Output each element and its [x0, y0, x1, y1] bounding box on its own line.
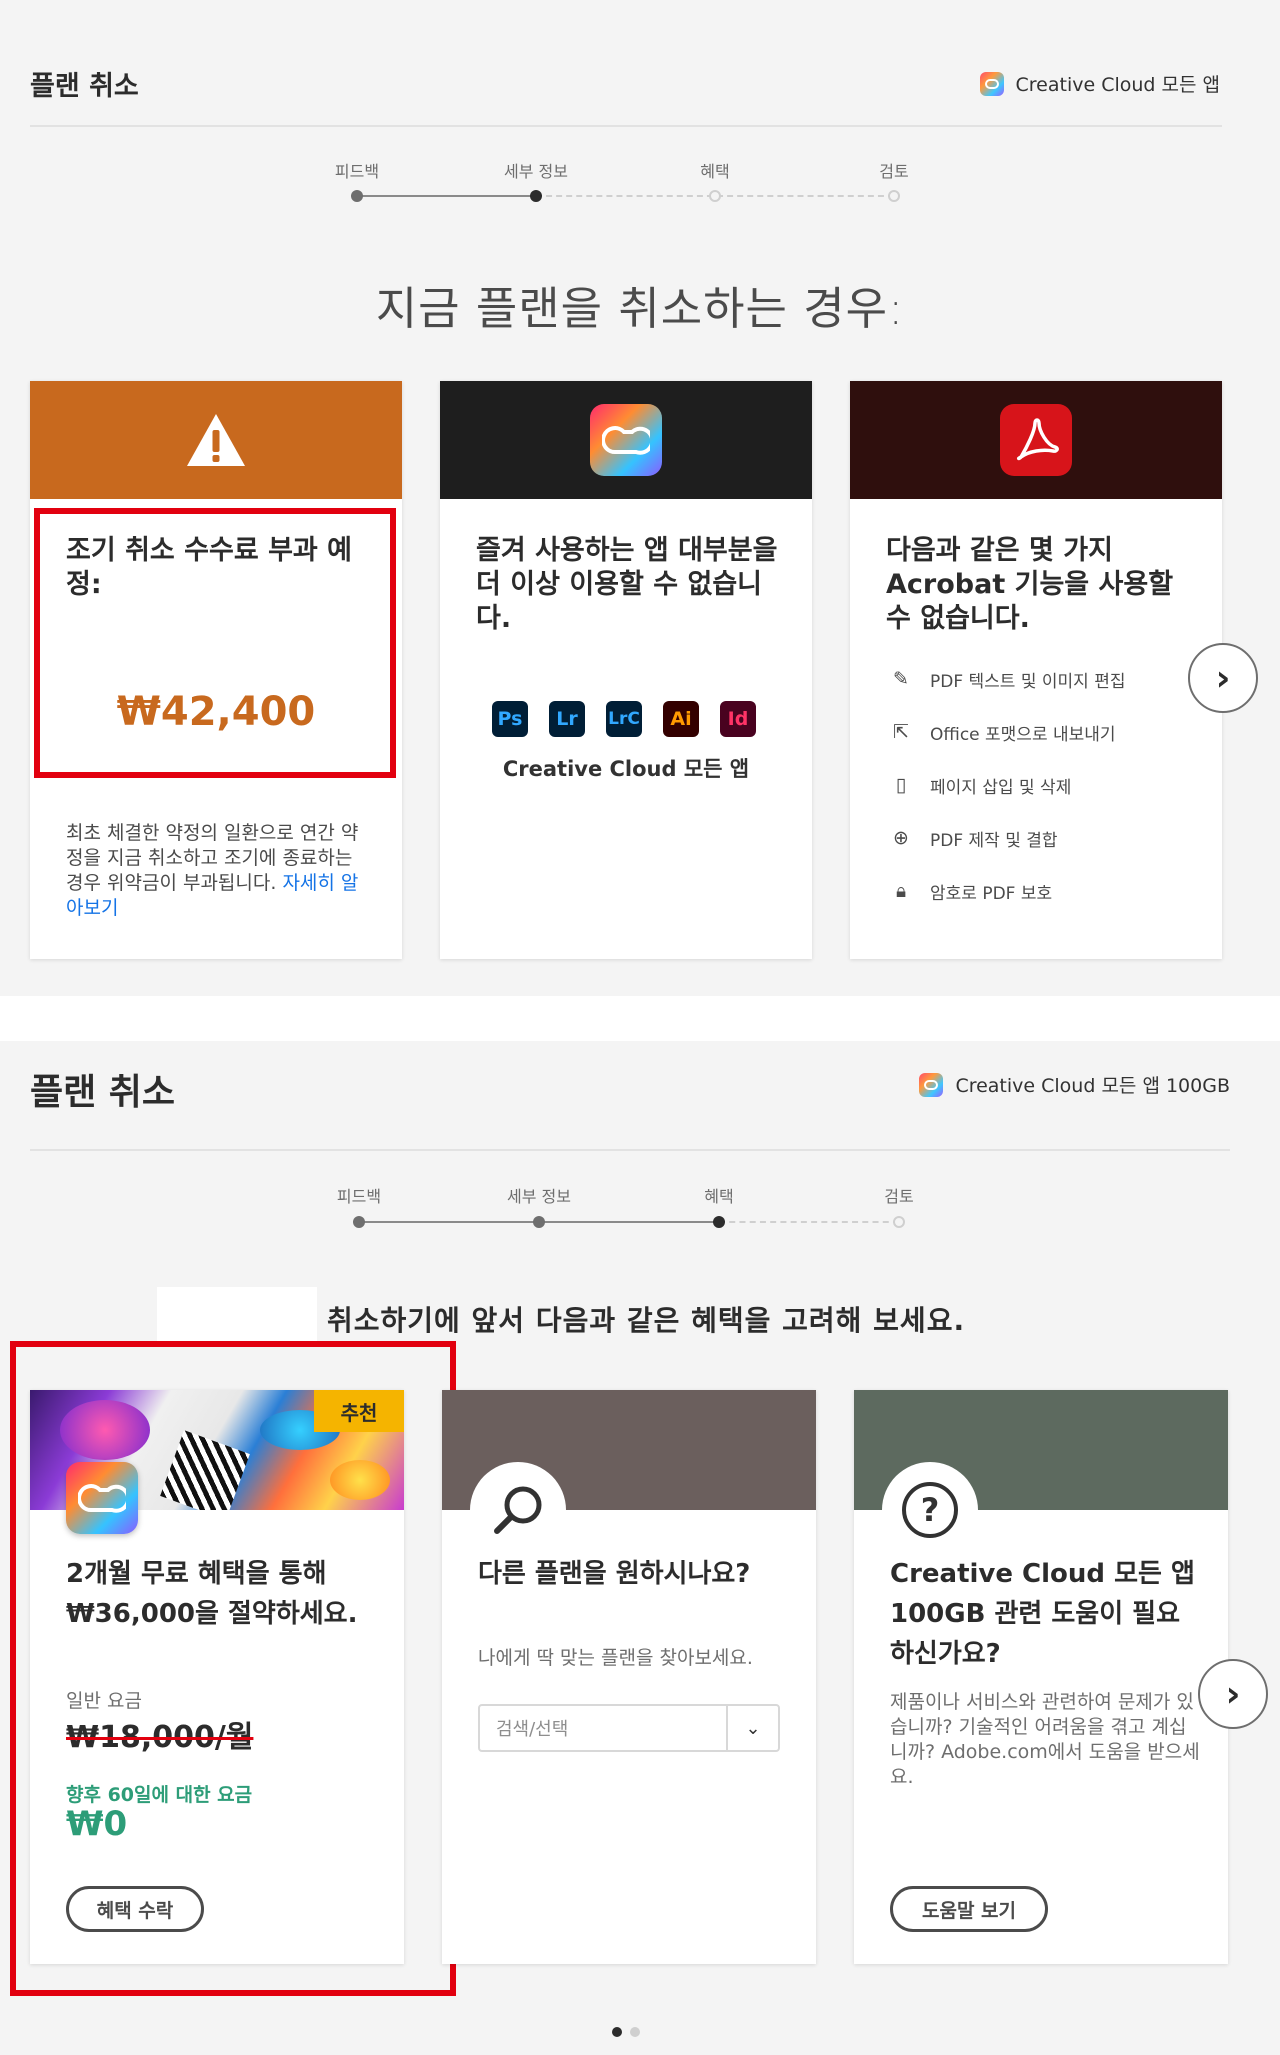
card-header — [440, 381, 812, 499]
step-dot-details — [530, 190, 542, 202]
step-dot-benefits — [709, 190, 721, 202]
feature-list: ✎ PDF 텍스트 및 이미지 편집 ⇱ Office 포맷으로 내보내기 ▯ … — [886, 665, 1206, 905]
creative-cloud-icon — [979, 71, 1004, 96]
feature-label: PDF 텍스트 및 이미지 편집 — [930, 671, 1126, 692]
question-icon-badge: ? — [882, 1462, 978, 1558]
header-divider — [30, 125, 1222, 127]
export-icon: ⇱ — [893, 721, 909, 743]
step-label-feedback: 피드백 — [336, 1187, 382, 1206]
product-label: Creative Cloud 모든 앱 100GB — [919, 1071, 1230, 1098]
panel-separator — [0, 996, 1280, 1041]
page-title: 플랜 취소 — [30, 1072, 176, 1113]
step-label-review: 검토 — [884, 1187, 914, 1206]
feature-label: 페이지 삽입 및 삭제 — [930, 777, 1072, 798]
step-dot-details — [533, 1216, 545, 1228]
apps-caption: Creative Cloud 모든 앱 — [502, 757, 750, 781]
highlight-box — [34, 508, 396, 778]
carousel-pagination — [612, 2027, 640, 2037]
step-dot-benefits — [713, 1216, 725, 1228]
warning-icon — [187, 414, 245, 466]
creative-cloud-icon — [590, 404, 662, 476]
list-item: ✎ PDF 텍스트 및 이미지 편집 — [886, 665, 1206, 693]
pencil-icon: ✎ — [893, 668, 909, 690]
product-name: Creative Cloud 모든 앱 100GB — [955, 1075, 1230, 1097]
step-label-details: 세부 정보 — [507, 1187, 571, 1206]
step-label-feedback: 피드백 — [334, 162, 380, 181]
indesign-icon: Id — [720, 701, 756, 737]
question-icon: ? — [902, 1482, 958, 1538]
search-icon-badge — [470, 1462, 566, 1558]
step-connector — [357, 195, 536, 197]
lightroom-icon: Lr — [549, 701, 585, 737]
cancel-plan-details-panel: 플랜 취소 Creative Cloud 모든 앱 피드백 세부 정보 혜택 검… — [0, 0, 1280, 996]
header-divider — [30, 1149, 1230, 1151]
feature-label: 암호로 PDF 보호 — [930, 883, 1053, 904]
lock-icon: 🔒︎ — [895, 880, 907, 902]
acrobat-features-card: 다음과 같은 몇 가지 Acrobat 기능을 사용할 수 없습니다. ✎ PD… — [850, 381, 1222, 959]
switch-plan-title: 다른 플랜을 원하시나요? — [478, 1559, 751, 1589]
photoshop-icon: Ps — [492, 701, 528, 737]
cancel-plan-benefits-panel: 플랜 취소 Creative Cloud 모든 앱 100GB 피드백 세부 정… — [0, 1041, 1280, 2055]
switch-plan-card: 다른 플랜을 원하시나요? 나에게 딱 맞는 플랜을 찾아보세요. 검색/선택 … — [442, 1390, 816, 1964]
plan-select-dropdown[interactable]: 검색/선택 ⌄ — [478, 1704, 780, 1752]
pagination-dot-active[interactable] — [612, 2027, 622, 2037]
plan-select-placeholder: 검색/선택 — [496, 1719, 569, 1740]
chevron-down-icon[interactable]: ⌄ — [726, 1706, 778, 1750]
list-item: ▯ 페이지 삽입 및 삭제 — [886, 771, 1206, 799]
step-label-benefits: 혜택 — [704, 1187, 734, 1206]
list-item: 🔒︎ 암호로 PDF 보호 — [886, 877, 1206, 905]
card-header — [850, 381, 1222, 499]
step-label-review: 검토 — [879, 162, 909, 181]
step-dot-feedback — [351, 190, 363, 202]
search-icon — [494, 1486, 542, 1534]
step-label-details: 세부 정보 — [504, 162, 568, 181]
step-connector — [719, 1221, 899, 1223]
page-title: 플랜 취소 — [30, 71, 139, 102]
list-item: ⇱ Office 포맷으로 내보내기 — [886, 718, 1206, 746]
acrobat-title: 다음과 같은 몇 가지 Acrobat 기능을 사용할 수 없습니다. — [886, 535, 1174, 634]
next-slide-button[interactable]: › — [1188, 643, 1258, 713]
product-label: Creative Cloud 모든 앱 — [979, 70, 1221, 97]
help-card: ? Creative Cloud 모든 앱 100GB 관련 도움이 필요하신가… — [854, 1390, 1228, 1964]
fee-description: 최초 체결한 약정의 일환으로 연간 약정을 지금 취소하고 조기에 종료하는 … — [66, 821, 366, 921]
help-description: 제품이나 서비스와 관련하여 문제가 있습니까? 기술적인 어려움을 겪고 계십… — [890, 1691, 1200, 1788]
chevron-right-icon: › — [1215, 657, 1231, 699]
acrobat-icon — [1000, 404, 1072, 476]
highlight-box — [10, 1341, 456, 1996]
card-header — [30, 381, 402, 499]
lightroom-classic-icon: LrC — [606, 701, 642, 737]
pagination-dot[interactable] — [630, 2027, 640, 2037]
feature-label: Office 포맷으로 내보내기 — [930, 724, 1116, 745]
switch-plan-description: 나에게 딱 맞는 플랜을 찾아보세요. — [478, 1647, 753, 1669]
apps-loss-card: 즐겨 사용하는 앱 대부분을 더 이상 이용할 수 없습니다. Ps Lr Lr… — [440, 381, 812, 959]
step-label-benefits: 혜택 — [700, 162, 730, 181]
view-help-button[interactable]: 도움말 보기 — [890, 1886, 1048, 1932]
chevron-right-icon: › — [1225, 1673, 1241, 1715]
apps-title: 즐겨 사용하는 앱 대부분을 더 이상 이용할 수 없습니다. — [476, 535, 778, 634]
step-dot-review — [893, 1216, 905, 1228]
step-dot-feedback — [353, 1216, 365, 1228]
app-icon-row: Ps Lr LrC Ai Id — [492, 701, 756, 737]
illustrator-icon: Ai — [663, 701, 699, 737]
section-headline: 취소하기에 앞서 다음과 같은 혜택을 고려해 보세요. — [327, 1304, 966, 1337]
list-item: ⊕ PDF 제작 및 결합 — [886, 824, 1206, 852]
svg-text:?: ? — [921, 1491, 940, 1529]
creative-cloud-icon — [919, 1072, 944, 1097]
product-name: Creative Cloud 모든 앱 — [1015, 74, 1221, 96]
next-slide-button[interactable]: › — [1198, 1659, 1268, 1729]
step-dot-review — [888, 190, 900, 202]
help-title: Creative Cloud 모든 앱 100GB 관련 도움이 필요하신가요? — [890, 1559, 1195, 1669]
plus-circle-icon: ⊕ — [893, 827, 909, 849]
section-headline: 지금 플랜을 취소하는 경우: — [375, 282, 905, 335]
page-icon: ▯ — [895, 774, 907, 796]
masked-area — [157, 1287, 317, 1342]
feature-label: PDF 제작 및 결합 — [930, 830, 1058, 851]
